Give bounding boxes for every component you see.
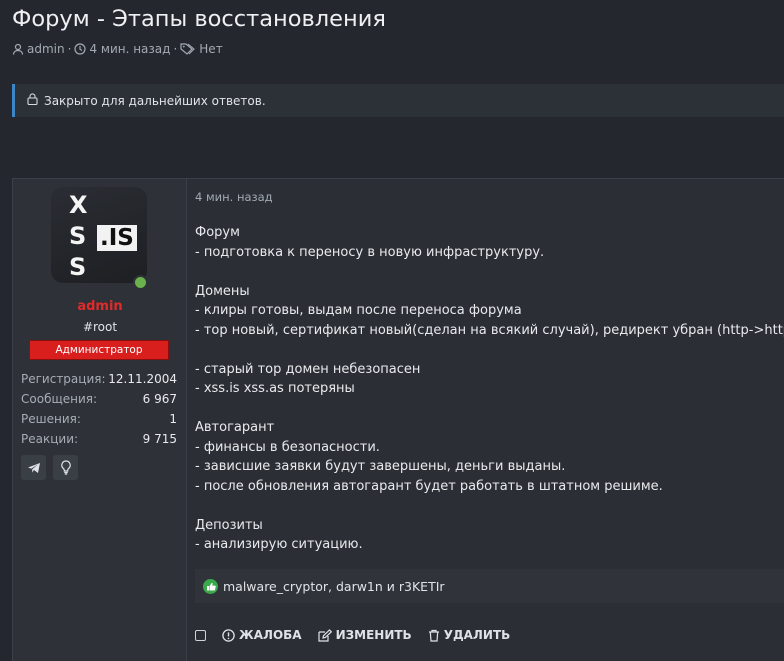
warning-icon (222, 628, 235, 642)
user-stats: Регистрация: 12.11.2004 Сообщения: 6 967… (21, 369, 177, 449)
post-line: Депозиты (195, 517, 263, 533)
post-line: - после обновления автогарант будет рабо… (195, 478, 663, 494)
post-body: Форум - подготовка к переносу в новую ин… (195, 223, 784, 555)
telegram-icon[interactable] (21, 455, 46, 480)
page-title: Форум - Этапы восстановления (12, 6, 386, 32)
avatar[interactable]: X S S .IS (51, 187, 147, 283)
clock-icon (74, 43, 87, 55)
post-line: Автогарант (195, 420, 275, 435)
thread-author-link[interactable]: admin (27, 42, 65, 56)
post-line (195, 340, 784, 360)
user-icon (12, 43, 24, 55)
stat-row-messages: Сообщения: 6 967 (21, 392, 177, 406)
post-line: Домены (195, 283, 250, 299)
post-line: - старый тор домен небезопасен (195, 361, 421, 377)
lock-icon (27, 93, 38, 108)
delete-button[interactable]: УДАЛИТЬ (428, 628, 510, 642)
post-line (195, 399, 784, 419)
post-line: - клиры готовы, выдам после переноса фор… (195, 303, 522, 318)
post: X S S .IS admin #root Администратор Реги… (12, 178, 784, 661)
like-icon (203, 578, 218, 594)
thread-meta: admin · 4 мин. назад · Нет (12, 42, 223, 56)
post-user-sidebar: X S S .IS admin #root Администратор Реги… (13, 179, 187, 661)
post-line: - подготовка к переносу в новую инфрастр… (195, 244, 545, 260)
post-main: 4 мин. назад Форум - подготовка к перено… (187, 179, 784, 661)
post-line (195, 262, 784, 282)
post-line: - финансы в безопасности. (195, 439, 380, 455)
select-checkbox[interactable] (195, 629, 206, 641)
user-title: #root (82, 320, 118, 334)
stat-row-solutions: Решения: 1 (21, 412, 177, 426)
post-line: Форум (195, 225, 240, 240)
edit-button[interactable]: ИЗМЕНИТЬ (317, 628, 412, 642)
closed-notice: Закрыто для дальнейших ответов. (12, 84, 784, 117)
post-line: - xss.is xss.as потеряны (195, 381, 355, 396)
thread-tags: Нет (199, 42, 223, 56)
user-banner: Администратор (29, 340, 169, 360)
reactions-list[interactable]: malware_cryptor, darw1n и r3KETIr (223, 579, 445, 594)
thread-time-link[interactable]: 4 мин. назад (89, 42, 170, 56)
post-line: - тор новый, сертификат новый(сделан на … (195, 322, 784, 338)
username-link[interactable]: admin (13, 299, 187, 314)
post-line: - зависшие заявки будут завершены, деньг… (195, 459, 566, 474)
stat-row-reactions: Реакции: 9 715 (21, 432, 177, 446)
trash-icon (428, 629, 439, 642)
lightbulb-icon[interactable] (53, 455, 78, 480)
online-status-icon (133, 275, 148, 290)
edit-icon (317, 628, 332, 642)
post-line (195, 496, 784, 516)
post-time-link[interactable]: 4 мин. назад (195, 190, 273, 204)
report-button[interactable]: ЖАЛОБА (222, 628, 302, 642)
tags-icon (180, 43, 196, 55)
closed-notice-text: Закрыто для дальнейших ответов. (44, 93, 266, 108)
stat-row-registration: Регистрация: 12.11.2004 (21, 372, 177, 386)
post-line: - анализирую ситуацию. (195, 537, 363, 552)
reactions-bar[interactable]: malware_cryptor, darw1n и r3KETIr (195, 569, 784, 603)
post-actions: ЖАЛОБА ИЗМЕНИТЬ УДАЛИТЬ (195, 628, 510, 642)
